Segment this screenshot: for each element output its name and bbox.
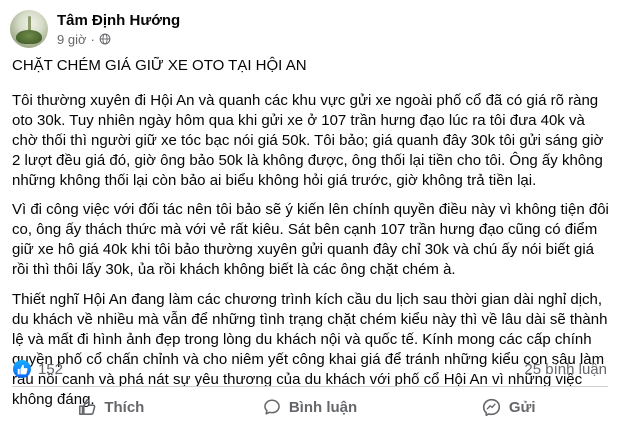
divider (12, 386, 608, 387)
reaction-count: 152 (38, 360, 64, 378)
post-subtitle: 9 giờ · (57, 31, 180, 48)
like-button[interactable]: Thích (12, 389, 211, 425)
send-label: Gửi (508, 398, 536, 416)
avatar[interactable] (10, 10, 48, 48)
globe-icon (99, 33, 111, 45)
comment-icon (264, 399, 280, 415)
post-title: CHẶT CHÉM GIÁ GIỮ XE OTO TẠI HỘI AN (12, 57, 307, 74)
comment-count[interactable]: 25 bình luận (524, 361, 607, 378)
post-meta: Tâm Định Hướng 9 giờ · (57, 11, 180, 48)
like-label: Thích (104, 398, 145, 416)
comment-button[interactable]: Bình luận (211, 389, 410, 425)
like-icon (79, 399, 96, 415)
post-header: Tâm Định Hướng 9 giờ · (10, 6, 610, 52)
send-button[interactable]: Gửi (409, 389, 608, 425)
separator-dot: · (90, 31, 95, 47)
post-stats: 152 25 bình luận (13, 359, 607, 379)
like-badge-icon (13, 360, 31, 378)
post-time[interactable]: 9 giờ (57, 31, 87, 48)
post-paragraph: Vì đi công việc với đối tác nên tôi bảo … (12, 201, 609, 278)
reaction-summary[interactable]: 152 (13, 360, 63, 378)
messenger-icon (482, 398, 500, 416)
author-name[interactable]: Tâm Định Hướng (57, 11, 180, 30)
comment-label: Bình luận (288, 398, 358, 416)
post-paragraph: Tôi thường xuyên đi Hội An và quanh các … (12, 92, 604, 189)
post-actions: Thích Bình luận Gửi (12, 389, 608, 425)
